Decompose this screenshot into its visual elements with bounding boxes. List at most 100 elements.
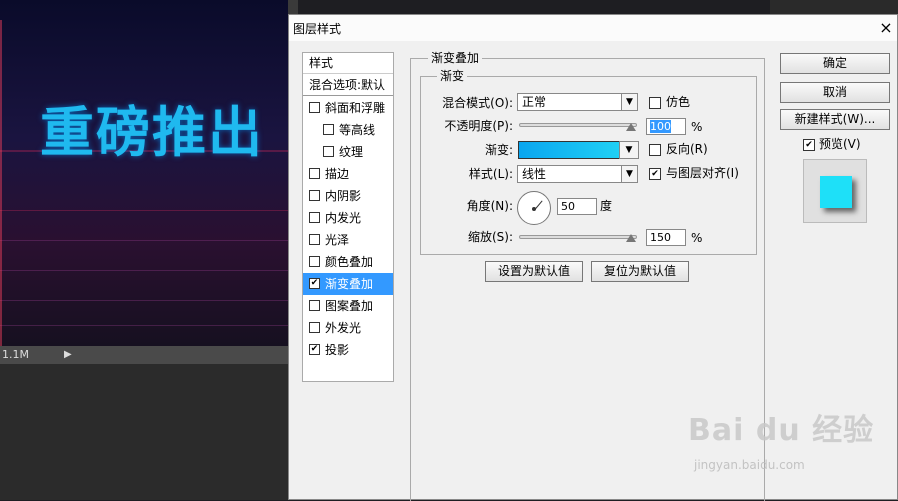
style-list-item-label: 外发光 — [325, 321, 362, 335]
scale-label: 缩放(S): — [467, 230, 513, 244]
style-list-item[interactable]: 等高线 — [303, 119, 393, 141]
scale-unit: % — [691, 231, 703, 245]
style-list-item-label: 渐变叠加 — [325, 277, 374, 291]
chevron-down-icon: ▼ — [620, 142, 638, 158]
align-checkbox[interactable]: ✔ — [649, 168, 661, 180]
style-list-item-label: 颜色叠加 — [325, 255, 374, 269]
angle-input[interactable]: 50 — [557, 198, 597, 215]
style-list-item[interactable]: 内发光 — [303, 207, 393, 229]
canvas-line — [0, 325, 288, 326]
style-list-item-label: 内阴影 — [325, 189, 362, 203]
style-list-item[interactable]: 光泽 — [303, 229, 393, 251]
new-style-button[interactable]: 新建样式(W)... — [780, 109, 890, 130]
scale-input[interactable]: 150 — [646, 229, 686, 246]
chevron-down-icon: ▼ — [621, 94, 637, 110]
style-list-item[interactable]: 图案叠加 — [303, 295, 393, 317]
style-value: 线性 — [522, 167, 547, 181]
align-label: 与图层对齐(I) — [666, 166, 739, 180]
status-bar: 1.1M ▶ — [0, 346, 288, 364]
gradient-overlay-title: 渐变叠加 — [428, 51, 483, 65]
angle-value: 50 — [561, 200, 575, 213]
canvas-line — [0, 300, 288, 301]
dialog-titlebar[interactable]: 图层样式 × — [289, 15, 897, 41]
angle-center — [532, 207, 536, 211]
canvas-stripe — [0, 20, 2, 346]
baidu-watermark: Bai du 经验 — [688, 413, 875, 448]
canvas-line — [0, 270, 288, 271]
gradient-label: 渐变: — [484, 143, 513, 157]
play-triangle-icon[interactable]: ▶ — [64, 346, 72, 364]
opacity-unit: % — [691, 120, 703, 134]
style-checkbox[interactable]: ✔ — [309, 278, 320, 289]
workspace-area — [0, 364, 288, 500]
app-chrome — [770, 0, 898, 14]
style-checkbox[interactable] — [309, 300, 320, 311]
doc-size: 1.1M — [2, 348, 29, 361]
dither-label: 仿色 — [666, 95, 691, 109]
scale-slider-thumb[interactable] — [626, 234, 636, 242]
canvas-headline: 重磅推出 — [40, 101, 264, 164]
document-canvas — [0, 0, 288, 346]
blend-mode-select[interactable]: 正常 ▼ — [517, 93, 638, 111]
scale-value: 150 — [650, 231, 671, 244]
dialog-title: 图层样式 — [293, 22, 342, 36]
style-list-item-label: 纹理 — [339, 145, 364, 159]
opacity-slider[interactable] — [519, 123, 637, 127]
cancel-button[interactable]: 取消 — [780, 82, 890, 103]
blend-options-item[interactable]: 混合选项:默认 — [303, 75, 393, 96]
make-default-button[interactable]: 设置为默认值 — [485, 261, 583, 282]
style-list-item[interactable]: ✔ 投影 — [303, 339, 393, 361]
style-list-item-label: 光泽 — [325, 233, 350, 247]
style-checkbox[interactable] — [309, 234, 320, 245]
canvas-line — [0, 240, 288, 241]
blend-mode-label: 混合模式(O): — [442, 96, 513, 110]
style-label: 样式(L): — [468, 167, 513, 181]
opacity-value: 100 — [650, 120, 671, 133]
close-icon[interactable]: × — [877, 19, 895, 37]
watermark-url: jingyan.baidu.com — [694, 458, 805, 472]
style-list-header[interactable]: 样式 — [303, 53, 393, 74]
style-checkbox[interactable] — [309, 212, 320, 223]
style-checkbox[interactable] — [309, 190, 320, 201]
style-checkbox[interactable] — [323, 124, 334, 135]
style-list-item[interactable]: 外发光 — [303, 317, 393, 339]
angle-dial[interactable] — [517, 191, 551, 225]
style-list-item-label: 图案叠加 — [325, 299, 374, 313]
style-checkbox[interactable] — [309, 102, 320, 113]
gradient-dropdown[interactable]: ▼ — [619, 141, 639, 159]
style-select[interactable]: 线性 ▼ — [517, 165, 638, 183]
reverse-checkbox[interactable] — [649, 144, 661, 156]
preview-label: 预览(V) — [819, 137, 861, 151]
reset-default-button[interactable]: 复位为默认值 — [591, 261, 689, 282]
canvas-stripe — [0, 210, 288, 211]
style-checkbox[interactable]: ✔ — [309, 344, 320, 355]
opacity-input[interactable]: 100 — [646, 118, 686, 135]
style-list-item-label: 斜面和浮雕 — [325, 101, 386, 115]
style-checkbox[interactable] — [309, 322, 320, 333]
ok-button[interactable]: 确定 — [780, 53, 890, 74]
chevron-down-icon: ▼ — [621, 166, 637, 182]
style-list-item[interactable]: 斜面和浮雕 — [303, 97, 393, 119]
style-list-item[interactable]: 内阴影 — [303, 185, 393, 207]
style-list-item-label: 投影 — [325, 343, 350, 357]
scale-slider[interactable] — [519, 235, 637, 239]
style-list-item[interactable]: ✔ 渐变叠加 — [303, 273, 393, 295]
opacity-slider-thumb[interactable] — [626, 123, 636, 131]
style-list-item[interactable]: 描边 — [303, 163, 393, 185]
style-checkbox[interactable] — [323, 146, 334, 157]
preview-swatch — [820, 176, 852, 208]
blend-mode-value: 正常 — [522, 95, 547, 109]
gradient-group-title: 渐变 — [437, 69, 468, 83]
style-list-item-label: 描边 — [325, 167, 350, 181]
style-list: 样式 混合选项:默认 斜面和浮雕等高线纹理描边内阴影内发光光泽颜色叠加 ✔ 渐变叠加… — [302, 52, 394, 382]
reverse-label: 反向(R) — [666, 142, 708, 156]
style-list-item[interactable]: 纹理 — [303, 141, 393, 163]
preview-checkbox[interactable]: ✔ — [803, 139, 815, 151]
style-list-item-label: 等高线 — [339, 123, 376, 137]
angle-label: 角度(N): — [466, 199, 513, 213]
dither-checkbox[interactable] — [649, 97, 661, 109]
style-checkbox[interactable] — [309, 168, 320, 179]
style-preview — [803, 159, 867, 223]
style-list-item[interactable]: 颜色叠加 — [303, 251, 393, 273]
style-checkbox[interactable] — [309, 256, 320, 267]
